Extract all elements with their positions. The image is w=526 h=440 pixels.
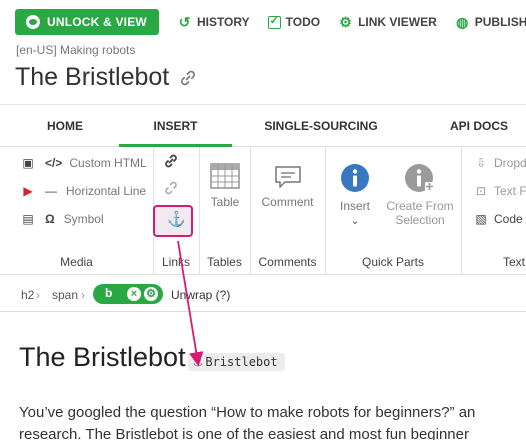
history-icon: ↺ xyxy=(178,13,191,30)
insert-quick-part-button[interactable]: Insert ⌄ xyxy=(332,163,378,227)
checkbox-icon xyxy=(267,14,281,29)
eye-icon xyxy=(26,15,40,29)
tab-insert[interactable]: INSERT xyxy=(119,105,232,147)
paragraph-line-2: research. The Bristlebot is one of the e… xyxy=(19,426,469,440)
path-separator-icon: › xyxy=(36,288,40,302)
tab-home[interactable]: HOME xyxy=(38,105,92,147)
omega-icon: Ω xyxy=(45,212,55,226)
text-group-label: Text xyxy=(503,255,526,269)
page-title: The Bristlebot xyxy=(15,63,170,91)
unlock-view-button[interactable]: UNLOCK & VIEW xyxy=(15,9,159,35)
unlink-icon[interactable] xyxy=(163,180,179,196)
publish-label: PUBLISH xyxy=(474,15,526,29)
group-separator xyxy=(461,147,462,275)
content-paragraph[interactable]: You’ve googled the question “How to make… xyxy=(19,402,526,440)
horizontal-line-label: Horizontal Line xyxy=(66,184,147,198)
youtube-icon: ▶ xyxy=(23,184,33,198)
ribbon-tabs: HOME INSERT SINGLE-SOURCING API DOCS xyxy=(0,105,526,147)
path-item-h2[interactable]: h2 xyxy=(21,288,34,302)
heading-text: The Bristlebot xyxy=(19,342,186,372)
code-snippet-button[interactable]: ▧ Code S xyxy=(473,212,526,226)
dropdown-icon: ⇩ xyxy=(475,156,487,170)
table-label: Table xyxy=(210,195,240,209)
content-heading[interactable]: The Bristlebot ⚓ Bristlebot xyxy=(19,340,285,374)
tab-api-docs[interactable]: API DOCS xyxy=(442,105,516,147)
text-format-label: Text Fo xyxy=(494,184,526,198)
text-format-button[interactable]: ⊡ Text Fo xyxy=(473,184,526,198)
horizontal-line-button[interactable]: ▶ — Horizontal Line xyxy=(20,184,146,198)
path-item-span[interactable]: span xyxy=(52,288,78,302)
top-toolbar: UNLOCK & VIEW ↺ HISTORY TODO ⚙ LINK VIEW… xyxy=(0,0,526,44)
anchor-chip-label: Bristlebot xyxy=(205,355,278,369)
tables-group-label: Tables xyxy=(207,255,242,269)
table-icon xyxy=(210,163,240,189)
code-icon: </> xyxy=(45,156,63,170)
globe-icon: ◍ xyxy=(456,13,469,30)
comment-label: Comment xyxy=(261,195,314,209)
tab-single-sourcing[interactable]: SINGLE-SOURCING xyxy=(262,105,380,147)
selection-label: Selection xyxy=(395,213,445,227)
comment-button[interactable]: Comment xyxy=(250,165,325,209)
remove-tag-icon[interactable]: × xyxy=(127,287,141,301)
network-icon: ⚙ xyxy=(339,13,352,30)
comments-group-label: Comments xyxy=(258,255,317,269)
links-group-label: Links xyxy=(161,255,190,269)
media-group-label: Media xyxy=(60,255,93,269)
symbol-button[interactable]: ▤ Ω Symbol xyxy=(20,212,104,226)
anchor-chip[interactable]: ⚓ Bristlebot xyxy=(187,353,285,371)
video-icon: ▤ xyxy=(22,212,34,226)
history-button[interactable]: ↺ HISTORY xyxy=(177,14,250,31)
path-separator-icon: › xyxy=(81,288,85,302)
custom-html-label: Custom HTML xyxy=(69,156,147,170)
tag-settings-icon[interactable]: ⚙ xyxy=(144,287,158,301)
path-item-b-selected[interactable]: b × ⚙ xyxy=(93,284,163,304)
symbol-label: Symbol xyxy=(63,212,104,226)
info-icon xyxy=(341,164,369,192)
unlock-view-label: UNLOCK & VIEW xyxy=(47,15,147,29)
anchor-icon: ⚓ xyxy=(192,355,204,369)
paragraph-line-1: You’ve googled the question “How to make… xyxy=(19,404,476,421)
link-icon[interactable] xyxy=(163,153,179,169)
horizontal-line-icon: — xyxy=(45,184,57,198)
anchor-button[interactable]: ⚓ xyxy=(153,205,193,237)
dropdown-button[interactable]: ⇩ Dropd xyxy=(473,156,526,170)
todo-button[interactable]: TODO xyxy=(267,14,321,29)
link-viewer-label: LINK VIEWER xyxy=(358,15,437,29)
title-row: The Bristlebot xyxy=(15,63,198,92)
code-snippet-label: Code S xyxy=(494,212,526,226)
link-viewer-button[interactable]: ⚙ LINK VIEWER xyxy=(338,13,437,31)
info-add-icon xyxy=(405,164,434,192)
code-snippet-icon: ▧ xyxy=(475,212,487,226)
link-icon[interactable] xyxy=(178,68,198,88)
comment-icon xyxy=(274,166,301,188)
insert-label: Insert xyxy=(339,199,370,213)
element-path-bar: h2 › span › b × ⚙ Unwrap (?) xyxy=(0,276,526,312)
create-from-selection-button[interactable]: Create From Selection xyxy=(382,163,458,227)
text-field-icon: ⊡ xyxy=(475,184,487,198)
insert-ribbon: ▣ </> Custom HTML ▶ — Horizontal Line ▤ … xyxy=(0,147,526,275)
chevron-down-icon: ⌄ xyxy=(350,215,360,227)
table-button[interactable]: Table xyxy=(200,163,250,209)
dropdown-label: Dropd xyxy=(494,156,526,170)
publish-button[interactable]: ◍ PUBLISH xyxy=(455,14,526,31)
anchor-icon: ⚓ xyxy=(167,211,186,228)
image-icon: ▣ xyxy=(22,156,34,170)
breadcrumb[interactable]: [en-US] Making robots xyxy=(16,43,135,57)
selected-tag-label: b xyxy=(105,286,113,300)
quick-parts-group-label: Quick Parts xyxy=(361,255,424,269)
history-label: HISTORY xyxy=(196,15,250,29)
todo-label: TODO xyxy=(285,15,321,29)
create-from-label: Create From xyxy=(386,199,454,213)
custom-html-button[interactable]: ▣ </> Custom HTML xyxy=(20,156,147,170)
unwrap-button[interactable]: Unwrap (?) xyxy=(171,288,230,302)
